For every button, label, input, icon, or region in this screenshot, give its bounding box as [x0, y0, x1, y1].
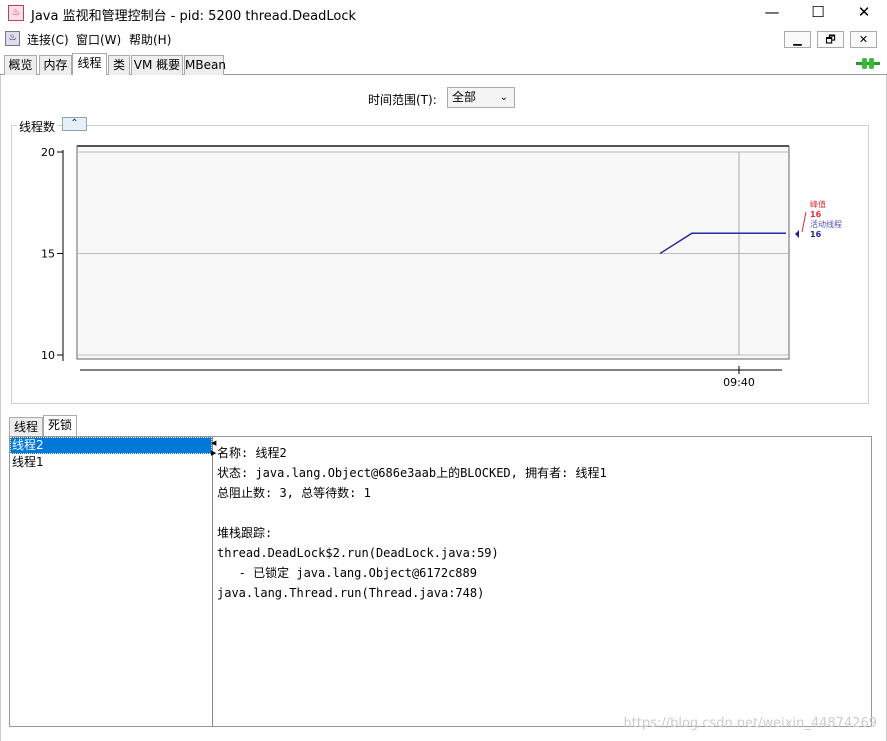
tab-classes[interactable]: 类 — [108, 55, 130, 75]
tab-overview[interactable]: 概览 — [4, 55, 37, 75]
detail-line: 堆栈跟踪: — [217, 526, 273, 540]
chevron-down-icon: ⌄ — [499, 92, 508, 103]
time-range-value: 全部 — [452, 90, 477, 104]
main-tab-bar: 概览 内存 线程 类 VM 概要 MBean — [0, 53, 887, 75]
detail-line: 总阻止数: 3, 总等待数: 1 — [217, 486, 371, 500]
inner-restore-button[interactable]: 🗗 — [817, 31, 844, 48]
detail-line: 状态: java.lang.Object@686e3aab上的BLOCKED, … — [217, 466, 607, 480]
watermark: https://blog.csdn.net/weixin_44874269 — [623, 716, 877, 731]
maximize-button[interactable]: ☐ — [795, 0, 841, 27]
detail-line: java.lang.Thread.run(Thread.java:748) — [217, 586, 485, 600]
minimize-button[interactable]: — — [749, 0, 795, 27]
right-arrow-icon[interactable]: ▶ — [211, 449, 216, 457]
title-bar: ♨ Java 监视和管理控制台 - pid: 5200 thread.DeadL… — [0, 0, 887, 27]
detail-line: - 已锁定 java.lang.Object@6172c889 — [217, 566, 477, 580]
tab-memory[interactable]: 内存 — [39, 55, 72, 75]
tab-threads[interactable]: 线程 — [72, 53, 107, 75]
java-small-icon: ♨ — [5, 31, 20, 46]
window-title: Java 监视和管理控制台 - pid: 5200 thread.DeadLoc… — [31, 9, 357, 24]
menu-help[interactable]: 帮助(H) — [129, 31, 171, 48]
detail-line — [217, 503, 871, 523]
close-button[interactable]: ✕ — [841, 0, 887, 27]
split-divider[interactable]: ◀ ▶ — [211, 437, 216, 726]
thread-detail: 名称: 线程2 状态: java.lang.Object@686e3aab上的B… — [217, 437, 871, 726]
time-range-select[interactable]: 全部 ⌄ — [447, 87, 515, 108]
detail-line: thread.DeadLock$2.run(DeadLock.java:59) — [217, 546, 499, 560]
deadlock-panel: 线程2 线程1 ◀ ▶ 名称: 线程2 状态: java.lang.Object… — [9, 436, 872, 727]
thread-list[interactable]: 线程2 线程1 — [10, 437, 212, 726]
tab-vm-summary[interactable]: VM 概要 — [131, 55, 183, 75]
connection-status-icon — [856, 58, 880, 69]
menu-bar: ♨ 连接(C) 窗口(W) 帮助(H) ▁ 🗗 ✕ — [0, 27, 887, 51]
thread-count-panel — [11, 125, 869, 404]
list-item[interactable]: 线程1 — [10, 454, 212, 471]
java-app-icon: ♨ — [8, 5, 24, 21]
time-range-label: 时间范围(T): — [368, 93, 437, 107]
left-arrow-icon[interactable]: ◀ — [211, 439, 216, 447]
list-item[interactable]: 线程2 — [10, 437, 212, 454]
subtab-threads[interactable]: 线程 — [9, 417, 43, 437]
inner-close-button[interactable]: ✕ — [850, 31, 877, 48]
detail-line: 名称: 线程2 — [217, 446, 287, 460]
menu-connect[interactable]: 连接(C) — [27, 31, 69, 48]
tab-mbean[interactable]: MBean — [184, 55, 226, 75]
menu-window[interactable]: 窗口(W) — [76, 31, 121, 48]
collapse-button[interactable]: ⌃ — [62, 117, 87, 131]
panel-title: 线程数 — [17, 118, 58, 135]
inner-minimize-button[interactable]: ▁ — [784, 31, 811, 48]
subtab-deadlock[interactable]: 死锁 — [43, 415, 77, 437]
